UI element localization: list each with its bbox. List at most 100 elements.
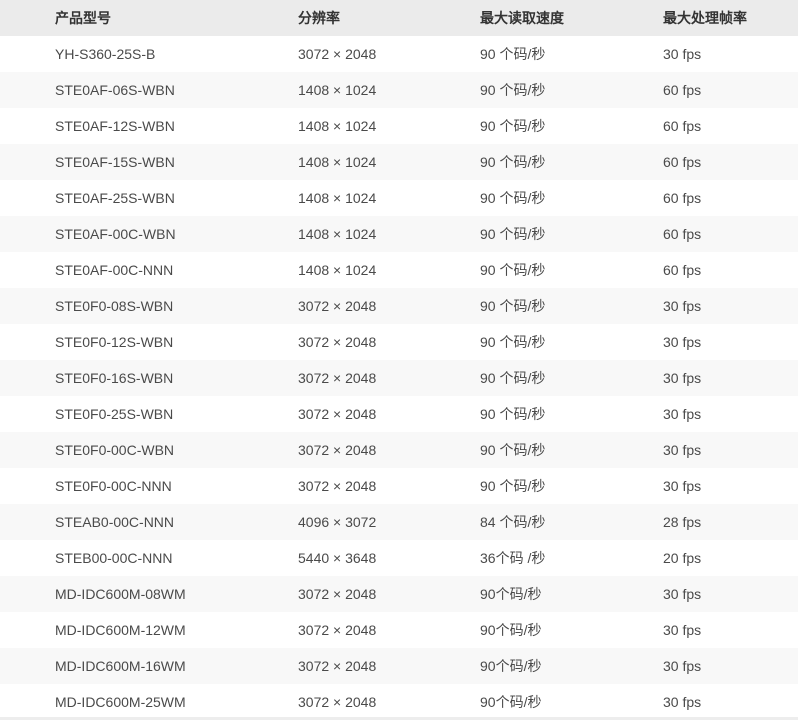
model-cell: STE0AF-12S-WBN: [0, 108, 298, 144]
resolution-cell: 3072 × 2048: [298, 612, 480, 648]
table-row: MD-IDC600M-08WM3072 × 204890个码/秒30 fps: [0, 576, 798, 612]
resolution-cell: 4096 × 3072: [298, 504, 480, 540]
read-speed-cell: 90个码/秒: [480, 612, 663, 648]
read-speed-cell: 90个码/秒: [480, 576, 663, 612]
read-speed-cell: 84 个码/秒: [480, 504, 663, 540]
resolution-cell: 1408 × 1024: [298, 180, 480, 216]
read-speed-cell: 90 个码/秒: [480, 324, 663, 360]
frame-rate-cell: 30 fps: [663, 288, 798, 324]
resolution-cell: 3072 × 2048: [298, 324, 480, 360]
resolution-cell: 3072 × 2048: [298, 432, 480, 468]
read-speed-cell: 90 个码/秒: [480, 36, 663, 72]
table-row: MD-IDC600M-12WM3072 × 204890个码/秒30 fps: [0, 612, 798, 648]
model-cell: STEAB0-00C-NNN: [0, 504, 298, 540]
frame-rate-cell: 30 fps: [663, 360, 798, 396]
table-row: STE0AF-25S-WBN1408 × 102490 个码/秒60 fps: [0, 180, 798, 216]
read-speed-cell: 90 个码/秒: [480, 360, 663, 396]
resolution-cell: 3072 × 2048: [298, 576, 480, 612]
table-row: STE0F0-08S-WBN3072 × 204890 个码/秒30 fps: [0, 288, 798, 324]
header-row: 产品型号 分辨率 最大读取速度 最大处理帧率: [0, 0, 798, 36]
product-spec-page: 产品型号 分辨率 最大读取速度 最大处理帧率 YH-S360-25S-B3072…: [0, 0, 798, 720]
read-speed-cell: 90 个码/秒: [480, 288, 663, 324]
read-speed-cell: 36个码 /秒: [480, 540, 663, 576]
frame-rate-cell: 60 fps: [663, 144, 798, 180]
table-row: STE0AF-00C-WBN1408 × 102490 个码/秒60 fps: [0, 216, 798, 252]
resolution-cell: 1408 × 1024: [298, 252, 480, 288]
model-cell: STE0AF-00C-NNN: [0, 252, 298, 288]
read-speed-cell: 90 个码/秒: [480, 144, 663, 180]
read-speed-cell: 90 个码/秒: [480, 432, 663, 468]
read-speed-cell: 90 个码/秒: [480, 108, 663, 144]
table-row: STE0F0-25S-WBN3072 × 204890 个码/秒30 fps: [0, 396, 798, 432]
table-row: STE0F0-00C-WBN3072 × 204890 个码/秒30 fps: [0, 432, 798, 468]
column-header-frame-rate: 最大处理帧率: [663, 0, 798, 36]
model-cell: YH-S360-25S-B: [0, 36, 298, 72]
table-row: STE0F0-00C-NNN3072 × 204890 个码/秒30 fps: [0, 468, 798, 504]
read-speed-cell: 90 个码/秒: [480, 180, 663, 216]
read-speed-cell: 90 个码/秒: [480, 252, 663, 288]
resolution-cell: 3072 × 2048: [298, 288, 480, 324]
table-row: STEAB0-00C-NNN4096 × 307284 个码/秒28 fps: [0, 504, 798, 540]
frame-rate-cell: 60 fps: [663, 216, 798, 252]
table-row: STE0AF-00C-NNN1408 × 102490 个码/秒60 fps: [0, 252, 798, 288]
frame-rate-cell: 30 fps: [663, 576, 798, 612]
frame-rate-cell: 30 fps: [663, 612, 798, 648]
table-row: MD-IDC600M-16WM3072 × 204890个码/秒30 fps: [0, 648, 798, 684]
model-cell: STE0F0-00C-WBN: [0, 432, 298, 468]
read-speed-cell: 90 个码/秒: [480, 216, 663, 252]
model-cell: STE0F0-25S-WBN: [0, 396, 298, 432]
resolution-cell: 3072 × 2048: [298, 360, 480, 396]
product-spec-table: 产品型号 分辨率 最大读取速度 最大处理帧率 YH-S360-25S-B3072…: [0, 0, 798, 720]
resolution-cell: 3072 × 2048: [298, 36, 480, 72]
column-header-resolution: 分辨率: [298, 0, 480, 36]
read-speed-cell: 90个码/秒: [480, 648, 663, 684]
resolution-cell: 1408 × 1024: [298, 144, 480, 180]
resolution-cell: 3072 × 2048: [298, 648, 480, 684]
table-row: STE0AF-12S-WBN1408 × 102490 个码/秒60 fps: [0, 108, 798, 144]
frame-rate-cell: 60 fps: [663, 252, 798, 288]
frame-rate-cell: 28 fps: [663, 504, 798, 540]
model-cell: MD-IDC600M-08WM: [0, 576, 298, 612]
table-row: STE0F0-12S-WBN3072 × 204890 个码/秒30 fps: [0, 324, 798, 360]
read-speed-cell: 90 个码/秒: [480, 396, 663, 432]
read-speed-cell: 90 个码/秒: [480, 468, 663, 504]
column-header-read-speed: 最大读取速度: [480, 0, 663, 36]
model-cell: MD-IDC600M-25WM: [0, 684, 298, 720]
frame-rate-cell: 30 fps: [663, 432, 798, 468]
table-row: YH-S360-25S-B3072 × 204890 个码/秒30 fps: [0, 36, 798, 72]
table-row: STE0AF-06S-WBN1408 × 102490 个码/秒60 fps: [0, 72, 798, 108]
frame-rate-cell: 30 fps: [663, 468, 798, 504]
resolution-cell: 3072 × 2048: [298, 468, 480, 504]
model-cell: STE0AF-06S-WBN: [0, 72, 298, 108]
frame-rate-cell: 20 fps: [663, 540, 798, 576]
model-cell: STE0AF-00C-WBN: [0, 216, 298, 252]
resolution-cell: 1408 × 1024: [298, 216, 480, 252]
model-cell: MD-IDC600M-12WM: [0, 612, 298, 648]
table-row: STE0F0-16S-WBN3072 × 204890 个码/秒30 fps: [0, 360, 798, 396]
table-row: STEB00-00C-NNN5440 × 364836个码 /秒20 fps: [0, 540, 798, 576]
resolution-cell: 3072 × 2048: [298, 396, 480, 432]
column-header-model: 产品型号: [0, 0, 298, 36]
frame-rate-cell: 30 fps: [663, 684, 798, 720]
frame-rate-cell: 30 fps: [663, 396, 798, 432]
frame-rate-cell: 30 fps: [663, 36, 798, 72]
model-cell: STE0F0-16S-WBN: [0, 360, 298, 396]
model-cell: STE0F0-08S-WBN: [0, 288, 298, 324]
resolution-cell: 1408 × 1024: [298, 108, 480, 144]
model-cell: STE0F0-12S-WBN: [0, 324, 298, 360]
table-row: MD-IDC600M-25WM3072 × 204890个码/秒30 fps: [0, 684, 798, 720]
resolution-cell: 3072 × 2048: [298, 684, 480, 720]
model-cell: STE0AF-25S-WBN: [0, 180, 298, 216]
model-cell: STEB00-00C-NNN: [0, 540, 298, 576]
read-speed-cell: 90个码/秒: [480, 684, 663, 720]
frame-rate-cell: 60 fps: [663, 180, 798, 216]
model-cell: MD-IDC600M-16WM: [0, 648, 298, 684]
frame-rate-cell: 60 fps: [663, 108, 798, 144]
resolution-cell: 1408 × 1024: [298, 72, 480, 108]
model-cell: STE0F0-00C-NNN: [0, 468, 298, 504]
frame-rate-cell: 60 fps: [663, 72, 798, 108]
read-speed-cell: 90 个码/秒: [480, 72, 663, 108]
table-row: STE0AF-15S-WBN1408 × 102490 个码/秒60 fps: [0, 144, 798, 180]
resolution-cell: 5440 × 3648: [298, 540, 480, 576]
frame-rate-cell: 30 fps: [663, 648, 798, 684]
